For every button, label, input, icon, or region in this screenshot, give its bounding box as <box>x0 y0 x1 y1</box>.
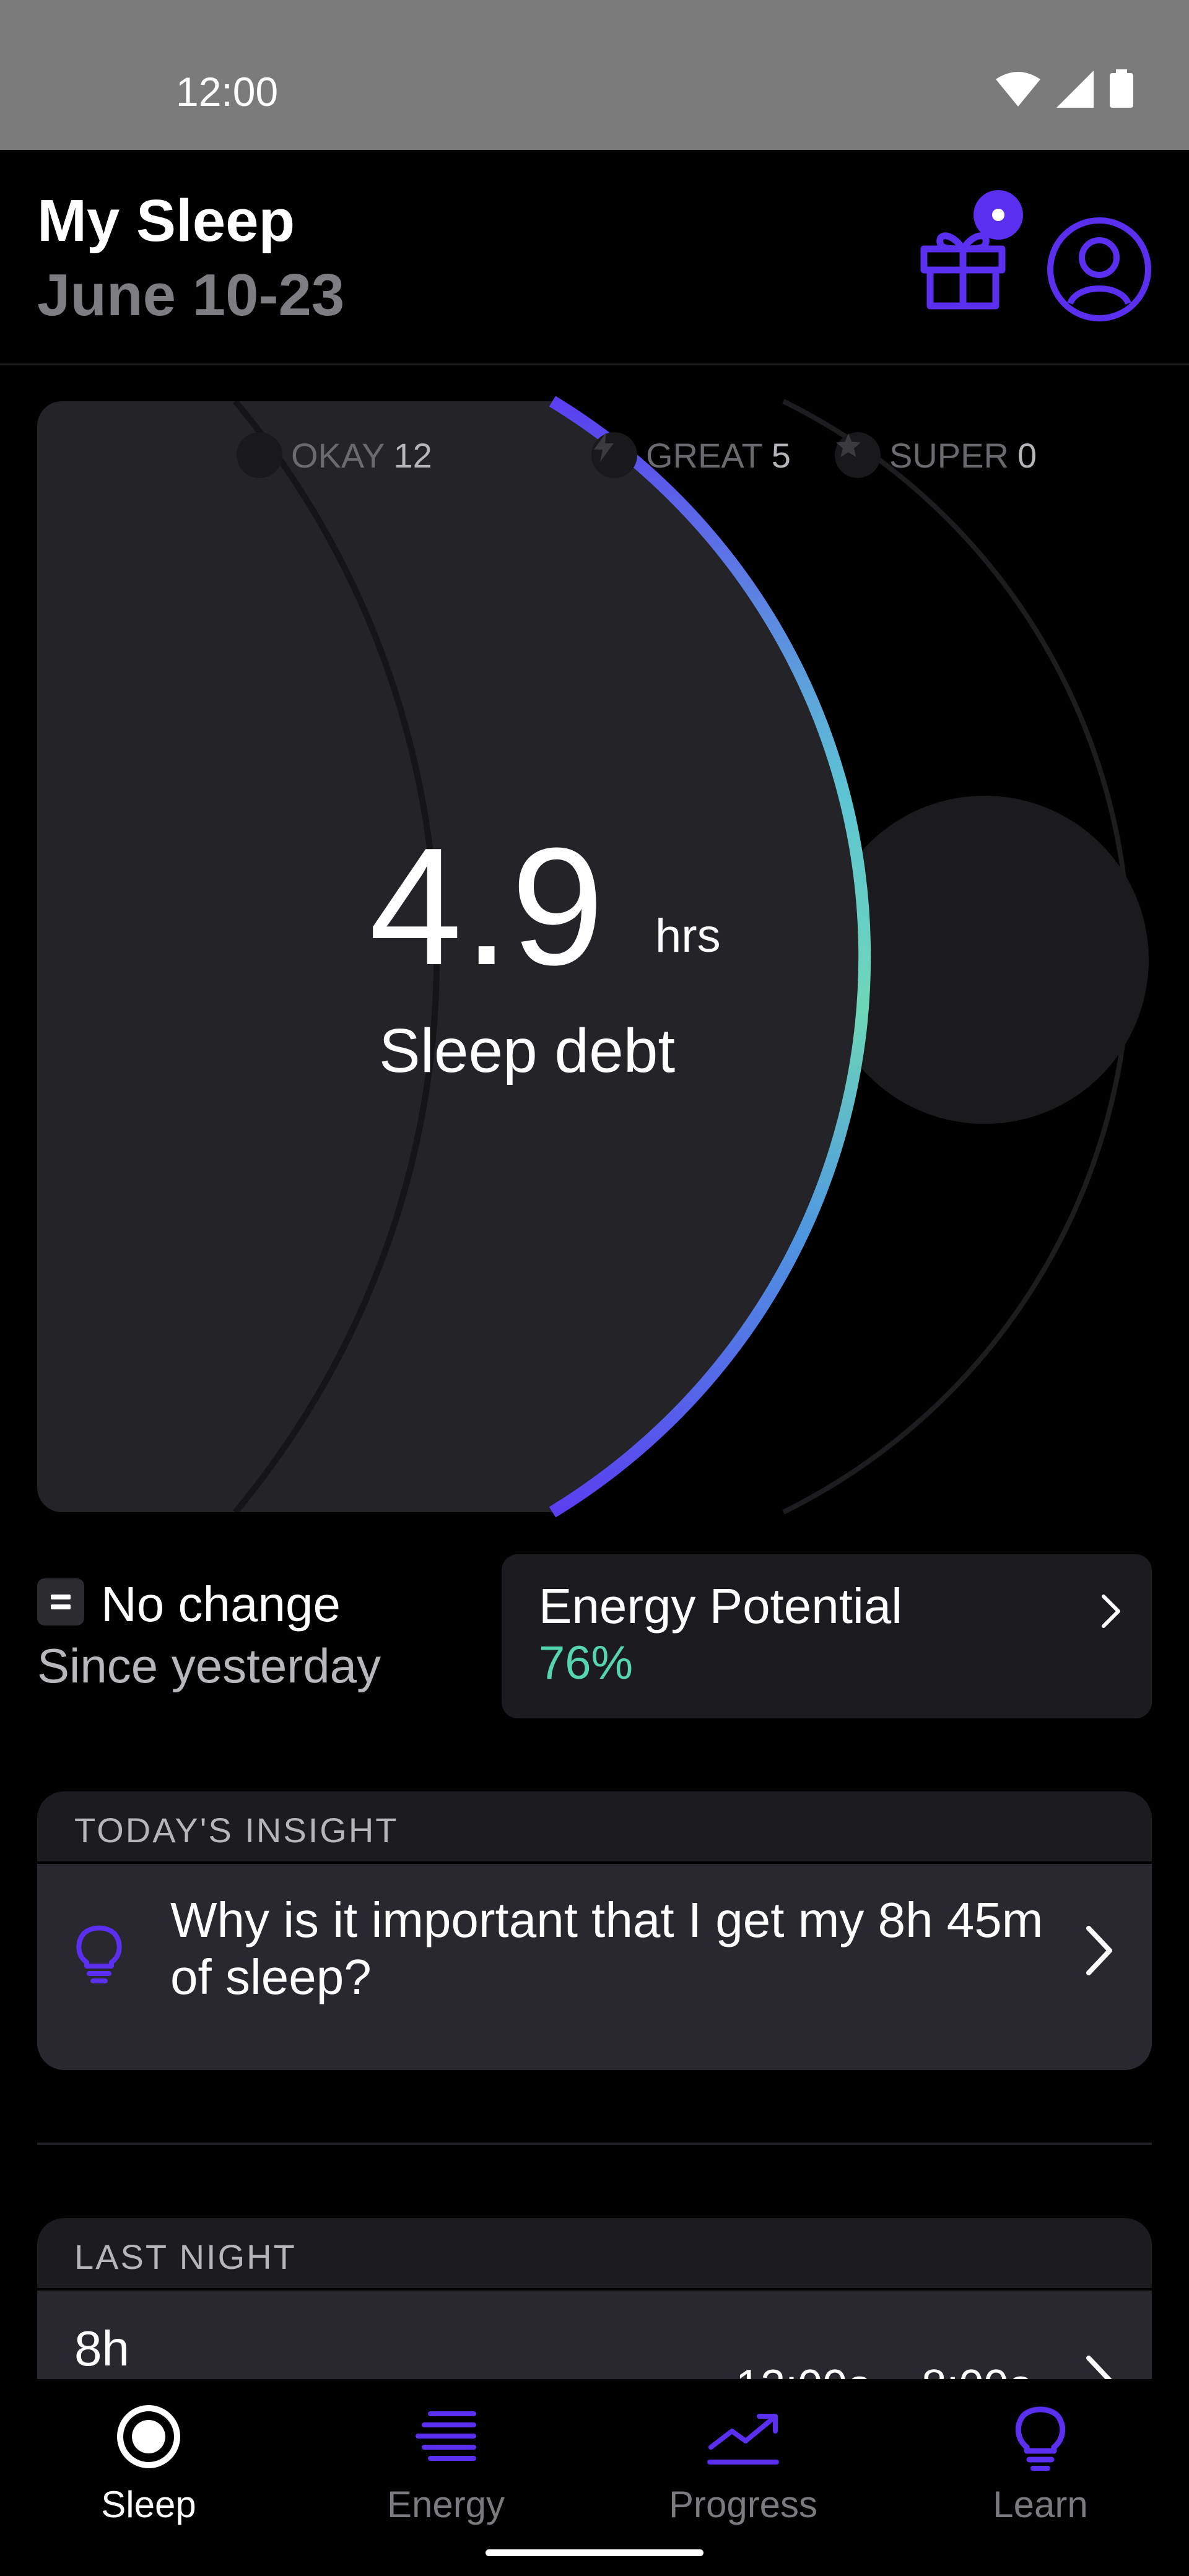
progress-icon <box>707 2414 779 2465</box>
wifi-icon <box>996 72 1040 107</box>
page-header: My Sleep June 10-23 <box>0 150 1189 365</box>
tab-sleep[interactable]: Sleep <box>0 2379 297 2576</box>
milestone-super: SUPER 0 <box>835 432 1037 478</box>
tab-label: Energy <box>386 2484 505 2525</box>
circle-icon <box>237 432 282 478</box>
chevron-right-icon <box>1086 1926 1112 1975</box>
tab-progress[interactable]: Progress <box>594 2379 892 2576</box>
milestone-okay: OKAY 12 <box>237 432 432 478</box>
equals-icon <box>37 1578 84 1625</box>
last-night-duration: 8h <box>74 2321 129 2376</box>
insight-question: Why is it important that I get my 8h 45m… <box>170 1892 1043 2004</box>
milestone-count: 0 <box>1017 435 1037 475</box>
date-range: June 10-23 <box>37 262 345 328</box>
milestone-label: GREAT <box>646 435 763 475</box>
status-time: 12:00 <box>176 69 279 115</box>
milestone-count: 12 <box>393 435 432 475</box>
bottom-tab-bar: Sleep Energy Progress Learn <box>0 2379 1189 2576</box>
sleep-debt-value: 4.9 <box>369 814 606 1000</box>
energy-potential-value: 76% <box>539 1637 634 1689</box>
battery-icon <box>1110 69 1133 108</box>
star-icon <box>835 432 881 478</box>
change-label: No change <box>101 1577 341 1632</box>
change-sublabel: Since yesterday <box>37 1638 381 1693</box>
milestone-count: 5 <box>771 435 791 475</box>
last-night-card[interactable]: LAST NIGHT 8h 12:00a – 8:00a <box>37 2218 1152 2404</box>
section-divider <box>37 2143 1152 2145</box>
notification-badge <box>973 190 1023 240</box>
status-bar: 12:00 <box>0 0 1189 150</box>
tab-label: Learn <box>993 2484 1088 2525</box>
sleep-debt-unit: hrs <box>655 910 721 962</box>
milestone-label: OKAY <box>291 435 385 475</box>
signal-icon <box>1056 71 1094 108</box>
learn-icon <box>1015 2406 1066 2471</box>
tab-energy[interactable]: Energy <box>297 2379 594 2576</box>
sleep-debt-label: Sleep debt <box>379 1016 676 1086</box>
milestone-label: SUPER <box>889 435 1009 475</box>
page-title: My Sleep <box>37 188 295 254</box>
tab-label: Sleep <box>101 2484 196 2525</box>
sleep-debt-hero[interactable]: OKAY 12 GREAT 5 SUPER 0 4.9 hrs Sleep de… <box>0 396 1189 1517</box>
energy-icon <box>416 2411 476 2461</box>
last-night-header-label: LAST NIGHT <box>74 2237 297 2276</box>
lightbulb-icon <box>76 1925 122 1983</box>
tab-learn[interactable]: Learn <box>892 2379 1189 2576</box>
chevron-right-icon <box>1102 1595 1120 1628</box>
insight-header: TODAY'S INSIGHT <box>37 1791 1152 1864</box>
last-night-header: LAST NIGHT <box>37 2218 1152 2291</box>
tab-label: Progress <box>668 2484 818 2525</box>
profile-icon[interactable] <box>1047 217 1152 322</box>
sleep-icon <box>117 2405 180 2468</box>
energy-potential-card[interactable]: Energy Potential 76% <box>502 1554 1152 1718</box>
status-icons <box>996 69 1133 108</box>
home-indicator[interactable] <box>486 2549 703 2556</box>
lightning-icon <box>591 432 637 478</box>
energy-potential-title: Energy Potential <box>539 1578 903 1634</box>
todays-insight-card[interactable]: TODAY'S INSIGHT Why is it important that… <box>37 1791 1152 2070</box>
insight-header-label: TODAY'S INSIGHT <box>74 1811 399 1850</box>
milestone-great: GREAT 5 <box>591 432 791 478</box>
